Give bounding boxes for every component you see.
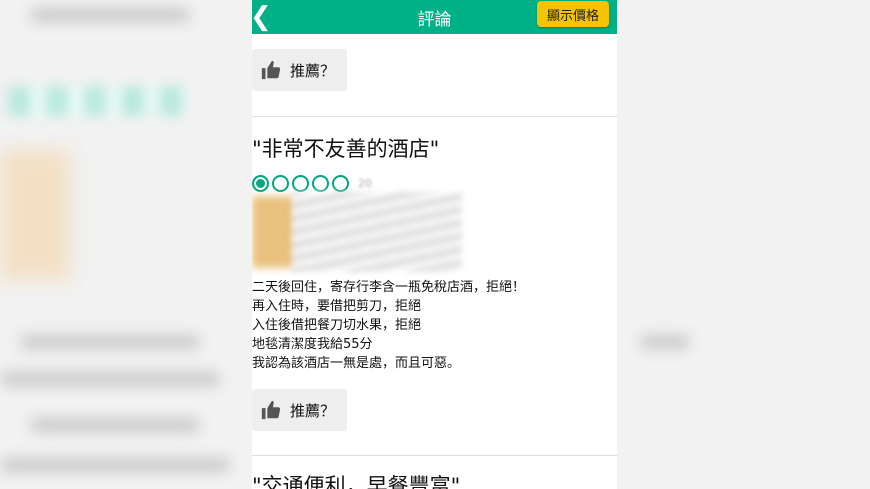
- top-bar: ❮ 評論 顯示價格: [252, 0, 617, 34]
- recommend-label: 推薦？: [290, 401, 336, 420]
- divider: [252, 455, 617, 456]
- avatar: [252, 196, 296, 268]
- next-review-title: "交通便利，早餐豐富": [252, 474, 461, 489]
- review-panel: ❮ 評論 顯示價格 推薦？ "非常不友善的酒店" 20 二天後回住，寄存行李含一…: [252, 0, 617, 489]
- rating-bubble-empty: [312, 175, 329, 192]
- recommend-button[interactable]: 推薦？: [252, 49, 347, 91]
- recommend-button[interactable]: 推薦？: [252, 389, 347, 431]
- review-line: 地毯清潔度我給55分: [252, 337, 373, 352]
- review-line: 二天後回住，寄存行李含一瓶免稅店酒，拒絕！: [252, 280, 526, 295]
- rating-bubble-empty: [292, 175, 309, 192]
- show-price-button[interactable]: 顯示價格: [537, 1, 609, 27]
- review-line: 再入住時，要借把剪刀，拒絕: [252, 299, 422, 314]
- rating-bubble-empty: [332, 175, 349, 192]
- thumbs-up-icon: [261, 400, 281, 420]
- rating-bubble-filled: [252, 175, 269, 192]
- review-date: 20: [358, 177, 372, 190]
- redacted-reviewer-info: [292, 192, 462, 272]
- review-line: 我認為該酒店一無是處，而且可惡。: [252, 356, 461, 371]
- rating-bubbles: [252, 175, 352, 192]
- recommend-label: 推薦？: [290, 61, 336, 80]
- review-title: "非常不友善的酒店": [252, 137, 440, 161]
- rating-bubble-empty: [272, 175, 289, 192]
- thumbs-up-icon: [261, 60, 281, 80]
- review-line: 入住後借把餐刀切水果，拒絕: [252, 318, 422, 333]
- divider: [252, 116, 617, 117]
- review-body: 二天後回住，寄存行李含一瓶免稅店酒，拒絕！ 再入住時，要借把剪刀，拒絕 入住後借…: [252, 278, 525, 373]
